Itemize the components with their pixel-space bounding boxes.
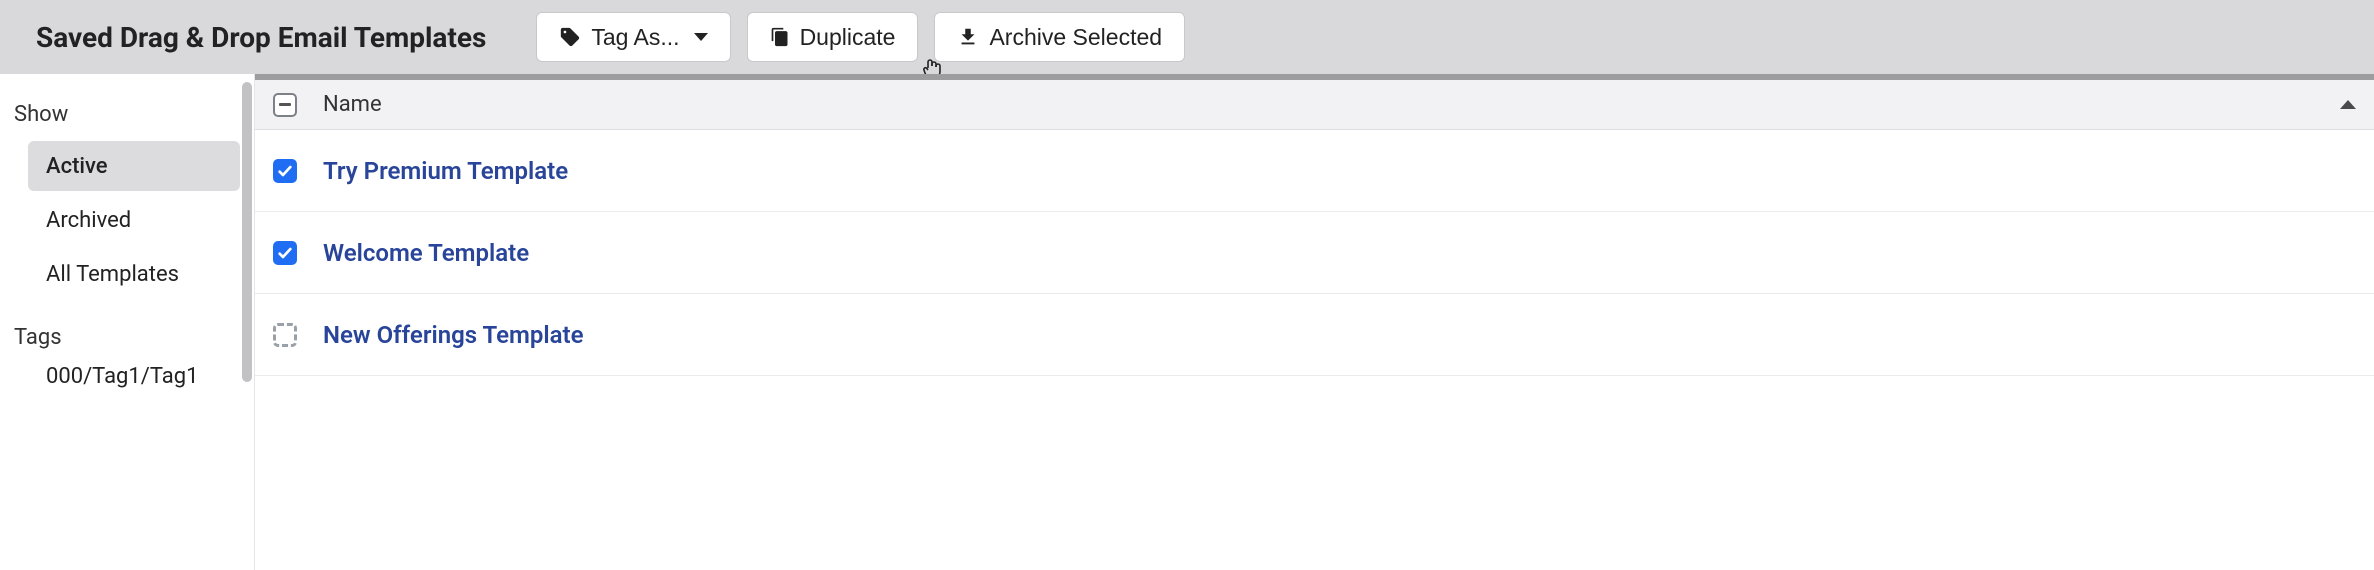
sort-asc-icon <box>2340 100 2356 109</box>
sidebar-item-archived[interactable]: Archived <box>28 195 240 245</box>
sort-indicator[interactable] <box>2326 100 2356 109</box>
sidebar-item-label: Active <box>46 154 108 179</box>
sidebar-scroll-thumb[interactable] <box>242 82 252 382</box>
chevron-down-icon <box>694 33 708 41</box>
select-all-checkbox[interactable] <box>273 93 297 117</box>
sidebar-item-label: Archived <box>46 208 131 233</box>
templates-table: Name Try Premium Template Welcome Templa… <box>254 74 2374 570</box>
sidebar-item-active[interactable]: Active <box>28 141 240 191</box>
archive-label: Archive Selected <box>989 24 1162 51</box>
table-row: Try Premium Template <box>255 130 2374 212</box>
archive-selected-button[interactable]: Archive Selected <box>934 12 1185 62</box>
template-name-link[interactable]: Welcome Template <box>317 239 2356 267</box>
tag-icon <box>559 26 581 48</box>
row-checkbox[interactable] <box>273 323 297 347</box>
tag-as-button[interactable]: Tag As... <box>536 12 730 62</box>
page-title: Saved Drag & Drop Email Templates <box>36 21 486 54</box>
sidebar-tags-heading: Tags <box>14 325 240 350</box>
sidebar-scrollbar[interactable] <box>240 78 254 566</box>
sidebar-show-heading: Show <box>14 102 240 127</box>
sidebar-item-label: All Templates <box>46 262 179 287</box>
sidebar: Show Active Archived All Templates Tags … <box>0 74 254 570</box>
row-checkbox[interactable] <box>273 241 297 265</box>
sidebar-item-all-templates[interactable]: All Templates <box>28 249 240 299</box>
table-row: New Offerings Template <box>255 294 2374 376</box>
sidebar-tag-label: 000/Tag1/Tag1 <box>46 364 198 389</box>
duplicate-label: Duplicate <box>800 24 896 51</box>
table-header-row: Name <box>255 80 2374 130</box>
toolbar: Saved Drag & Drop Email Templates Tag As… <box>0 0 2374 74</box>
copy-icon <box>770 26 790 48</box>
template-name-link[interactable]: Try Premium Template <box>317 157 2356 185</box>
duplicate-button[interactable]: Duplicate <box>747 12 919 62</box>
tag-as-label: Tag As... <box>591 24 679 51</box>
template-name-link[interactable]: New Offerings Template <box>317 321 2356 349</box>
archive-icon <box>957 26 979 48</box>
table-row: Welcome Template <box>255 212 2374 294</box>
content-body: Show Active Archived All Templates Tags … <box>0 74 2374 570</box>
row-checkbox[interactable] <box>273 159 297 183</box>
sidebar-tag-item[interactable]: 000/Tag1/Tag1 <box>14 364 240 389</box>
column-header-name[interactable]: Name <box>317 92 2326 117</box>
